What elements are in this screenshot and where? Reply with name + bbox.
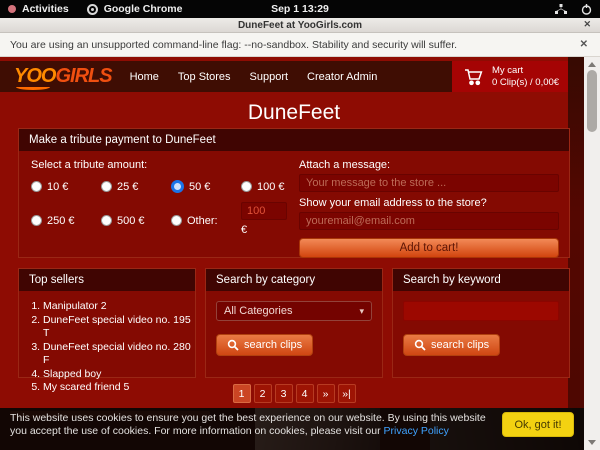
chrome-warning-bar: You are using an unsupported command-lin… bbox=[0, 33, 600, 57]
warning-text: You are using an unsupported command-lin… bbox=[10, 39, 457, 51]
site-nav-bar: YOOGIRLS Home Top Stores Support Creator Ad… bbox=[0, 61, 568, 92]
other-amount-cell: € bbox=[241, 201, 307, 236]
amount-option-label: 500 € bbox=[117, 215, 145, 227]
search-clips-label: search clips bbox=[244, 339, 302, 351]
logo-smile-arc bbox=[16, 84, 50, 90]
cart-summary: 0 Clip(s) / 0,00€ bbox=[492, 77, 559, 89]
privacy-policy-link[interactable]: Privacy Policy bbox=[384, 425, 449, 437]
top-sellers-panel: Top sellers Manipulator 2DuneFeet specia… bbox=[18, 268, 196, 378]
amount-option[interactable]: 500 € bbox=[101, 205, 167, 236]
tribute-panel: Make a tribute payment to DuneFeet Selec… bbox=[18, 128, 570, 258]
add-to-cart-button[interactable]: Add to cart! bbox=[299, 238, 559, 258]
scroll-down-arrow-icon[interactable] bbox=[588, 440, 596, 445]
search-icon bbox=[414, 339, 426, 351]
radio-icon[interactable] bbox=[171, 215, 182, 226]
top-sellers-header: Top sellers bbox=[19, 269, 195, 291]
page-title: DuneFeet bbox=[18, 101, 570, 125]
clock[interactable]: Sep 1 13:29 bbox=[0, 3, 600, 15]
nav-link[interactable]: Creator Admin bbox=[307, 71, 377, 83]
cart-icon bbox=[464, 68, 484, 86]
tribute-message-section: Attach a message: Show your email addres… bbox=[299, 159, 559, 258]
other-amount-input[interactable] bbox=[241, 202, 287, 220]
top-sellers-list: Manipulator 2DuneFeet special video no. … bbox=[43, 300, 195, 395]
email-input[interactable] bbox=[299, 212, 559, 230]
currency-label: € bbox=[241, 224, 307, 236]
radio-icon[interactable] bbox=[241, 181, 252, 192]
search-clips-category-button[interactable]: search clips bbox=[216, 334, 313, 356]
amount-option[interactable]: 10 € bbox=[31, 180, 97, 193]
search-keyword-header: Search by keyword bbox=[393, 269, 569, 291]
amount-option-label: 250 € bbox=[47, 215, 75, 227]
page-footer: This website uses cookies to ensure you … bbox=[0, 408, 584, 450]
pagination-button[interactable]: 2 bbox=[254, 384, 272, 403]
gnome-top-bar: Activities Google Chrome Sep 1 13:29 bbox=[0, 0, 600, 18]
nav-link[interactable]: Home bbox=[130, 71, 159, 83]
amount-option-label: 25 € bbox=[117, 181, 138, 193]
nav-links: Home Top Stores Support Creator Admin bbox=[130, 71, 378, 83]
scrollbar-thumb[interactable] bbox=[587, 70, 597, 132]
category-select[interactable]: All Categories ▾ bbox=[216, 301, 372, 321]
category-select-value: All Categories bbox=[224, 305, 292, 317]
radio-icon[interactable] bbox=[101, 215, 112, 226]
cart-button[interactable]: My cart 0 Clip(s) / 0,00€ bbox=[452, 61, 568, 92]
top-seller-item[interactable]: Slapped boy bbox=[43, 368, 195, 382]
search-clips-label: search clips bbox=[431, 339, 489, 351]
scroll-up-arrow-icon[interactable] bbox=[588, 62, 596, 67]
window-title: DuneFeet at YooGirls.com bbox=[238, 20, 362, 31]
scrollbar[interactable] bbox=[584, 57, 600, 450]
message-input[interactable] bbox=[299, 174, 559, 192]
radio-icon[interactable] bbox=[171, 180, 184, 193]
pagination-button[interactable]: »| bbox=[338, 384, 356, 403]
pagination-button[interactable]: » bbox=[317, 384, 335, 403]
window-title-bar: DuneFeet at YooGirls.com ✕ bbox=[0, 18, 600, 33]
power-icon[interactable] bbox=[581, 4, 592, 15]
cart-title: My cart bbox=[492, 65, 559, 77]
radio-icon[interactable] bbox=[101, 181, 112, 192]
browser-viewport: YOOGIRLS Home Top Stores Support Creator Ad… bbox=[0, 57, 600, 450]
amount-option-label: 100 € bbox=[257, 181, 285, 193]
screen: Activities Google Chrome Sep 1 13:29 Dun… bbox=[0, 0, 600, 450]
amount-option[interactable]: 25 € bbox=[101, 180, 167, 193]
radio-icon[interactable] bbox=[31, 215, 42, 226]
amount-option[interactable]: Other: bbox=[171, 205, 237, 236]
amount-option-label: 10 € bbox=[47, 181, 68, 193]
email-label: Show your email address to the store? bbox=[299, 197, 559, 209]
top-seller-item[interactable]: DuneFeet special video no. 195 T bbox=[43, 314, 195, 341]
window-close-icon[interactable]: ✕ bbox=[583, 19, 591, 30]
amount-option[interactable]: 250 € bbox=[31, 205, 97, 236]
logo-text-girls: GIRLS bbox=[55, 65, 111, 88]
page-right-margin bbox=[568, 57, 584, 450]
tribute-panel-header: Make a tribute payment to DuneFeet bbox=[19, 129, 569, 151]
radio-icon[interactable] bbox=[31, 181, 42, 192]
search-category-header: Search by category bbox=[206, 269, 382, 291]
warning-close-icon[interactable]: ✕ bbox=[580, 39, 588, 50]
cookie-banner-text: This website uses cookies to ensure you … bbox=[10, 412, 488, 438]
amount-option-label: Other: bbox=[187, 215, 218, 227]
network-icon[interactable] bbox=[555, 4, 567, 15]
search-icon bbox=[227, 339, 239, 351]
amount-option[interactable]: 50 € bbox=[171, 180, 237, 193]
search-category-panel: Search by category All Categories ▾ sear… bbox=[205, 268, 383, 378]
pagination-button[interactable]: 3 bbox=[275, 384, 293, 403]
message-label: Attach a message: bbox=[299, 159, 559, 171]
pagination: 1234»»| bbox=[18, 384, 570, 403]
cookie-accept-button[interactable]: Ok, got it! bbox=[502, 412, 574, 437]
search-keyword-panel: Search by keyword search clips bbox=[392, 268, 570, 378]
pagination-button[interactable]: 1 bbox=[233, 384, 251, 403]
top-seller-item[interactable]: Manipulator 2 bbox=[43, 300, 195, 314]
keyword-input[interactable] bbox=[403, 301, 559, 321]
search-clips-keyword-button[interactable]: search clips bbox=[403, 334, 500, 356]
amount-option[interactable]: 100 € bbox=[241, 180, 307, 193]
chevron-down-icon: ▾ bbox=[359, 306, 364, 317]
site-logo[interactable]: YOOGIRLS bbox=[14, 65, 112, 88]
amount-label: Select a tribute amount: bbox=[31, 159, 299, 171]
amount-options: € 10 € 25 € bbox=[31, 180, 299, 236]
top-seller-item[interactable]: DuneFeet special video no. 280 F bbox=[43, 341, 195, 368]
amount-option-label: 50 € bbox=[189, 181, 210, 193]
tribute-amount-section: Select a tribute amount: € 10 € bbox=[31, 159, 299, 236]
pagination-button[interactable]: 4 bbox=[296, 384, 314, 403]
nav-link[interactable]: Support bbox=[250, 71, 289, 83]
nav-link[interactable]: Top Stores bbox=[178, 71, 231, 83]
